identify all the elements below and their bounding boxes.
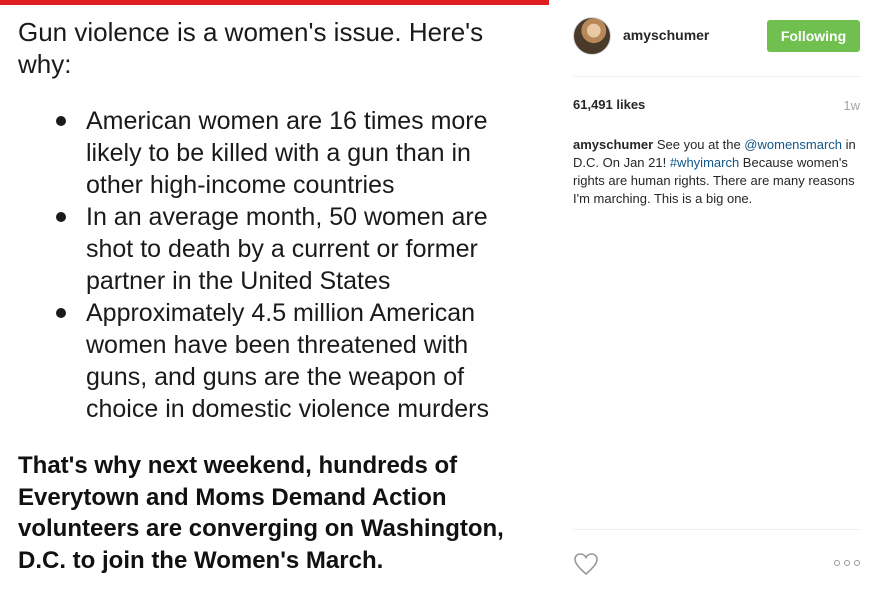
dot-icon <box>844 560 850 566</box>
avatar[interactable] <box>573 17 611 55</box>
likes-count[interactable]: 61,491 likes <box>573 97 645 112</box>
bullet-icon <box>56 308 66 318</box>
bullet-icon <box>56 212 66 222</box>
image-bullet-item: In an average month, 50 women are shot t… <box>56 201 526 297</box>
divider <box>573 76 860 77</box>
username-link[interactable]: amyschumer <box>623 27 709 43</box>
heart-icon[interactable] <box>573 552 599 576</box>
image-bullet-text: American women are 16 times more likely … <box>86 107 488 199</box>
post-sidebar: amyschumer Following 61,491 likes 1w amy… <box>549 0 878 594</box>
image-bullet-item: American women are 16 times more likely … <box>56 105 526 201</box>
caption-username-link[interactable]: amyschumer <box>573 137 653 152</box>
dot-icon <box>854 560 860 566</box>
post-header: amyschumer Following <box>573 17 860 59</box>
post-caption: amyschumer See you at the @womensmarch i… <box>573 136 863 208</box>
bullet-icon <box>56 116 66 126</box>
caption-text: See you at the <box>653 137 745 152</box>
image-bullet-text: Approximately 4.5 million American women… <box>86 299 489 423</box>
post-time[interactable]: 1w <box>843 98 860 113</box>
image-bullet-text: In an average month, 50 women are shot t… <box>86 203 488 295</box>
image-bold-text: That's why next weekend, hundreds of Eve… <box>18 452 504 574</box>
image-bullet-item: Approximately 4.5 million American women… <box>56 297 526 425</box>
more-options-icon[interactable] <box>834 556 860 570</box>
following-button[interactable]: Following <box>767 20 860 52</box>
image-bullet-list: American women are 16 times more likely … <box>56 105 526 425</box>
dot-icon <box>834 560 840 566</box>
divider <box>573 529 860 530</box>
image-top-strip <box>0 0 549 5</box>
post-image: Gun violence is a women's issue. Here's … <box>0 0 549 594</box>
image-heading: Gun violence is a women's issue. Here's … <box>18 17 484 79</box>
hashtag-link[interactable]: #whyimarch <box>670 155 739 170</box>
mention-link[interactable]: @womensmarch <box>744 137 842 152</box>
